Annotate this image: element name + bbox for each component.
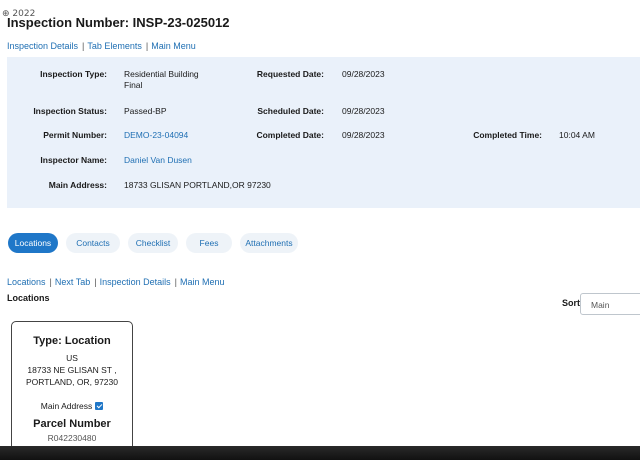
location-card: Type: Location US 18733 NE GLISAN ST , P… bbox=[11, 321, 133, 460]
section-nav-links: Locations | Next Tab | Inspection Detail… bbox=[7, 277, 225, 287]
permit-number-label: Permit Number: bbox=[43, 130, 107, 140]
main-address-label: Main Address: bbox=[48, 180, 107, 190]
inspection-type-label: Inspection Type: bbox=[40, 69, 107, 79]
link-separator: | bbox=[94, 277, 97, 287]
completed-time-label: Completed Time: bbox=[473, 130, 542, 140]
tab-bar: Locations Contacts Checklist Fees Attach… bbox=[8, 233, 306, 253]
requested-date-value: 09/28/2023 bbox=[342, 69, 385, 79]
link-separator: | bbox=[145, 41, 149, 51]
locations-link[interactable]: Locations bbox=[7, 277, 46, 287]
main-menu-link[interactable]: Main Menu bbox=[180, 277, 225, 287]
link-separator: | bbox=[174, 277, 177, 287]
page-title: Inspection Number: INSP-23-025012 bbox=[7, 15, 230, 30]
sort-select[interactable]: Main bbox=[580, 293, 640, 315]
main-address-checkbox-label: Main Address bbox=[40, 401, 93, 411]
completed-date-label: Completed Date: bbox=[256, 130, 324, 140]
bottom-taskbar bbox=[0, 446, 640, 460]
tab-fees[interactable]: Fees bbox=[186, 233, 232, 253]
inspection-status-value: Passed-BP bbox=[124, 106, 167, 116]
next-tab-link[interactable]: Next Tab bbox=[55, 277, 90, 287]
inspector-name-link[interactable]: Daniel Van Dusen bbox=[124, 155, 192, 166]
scheduled-date-value: 09/28/2023 bbox=[342, 106, 385, 116]
tab-checklist[interactable]: Checklist bbox=[128, 233, 178, 253]
inspector-name-label: Inspector Name: bbox=[40, 155, 107, 165]
section-title: Locations bbox=[7, 293, 50, 303]
inspection-type-value: Residential Building Final bbox=[124, 69, 199, 91]
requested-date-label: Requested Date: bbox=[256, 69, 324, 79]
tab-locations[interactable]: Locations bbox=[8, 233, 58, 253]
location-country: US bbox=[66, 353, 78, 363]
inspection-details-link[interactable]: Inspection Details bbox=[100, 277, 171, 287]
link-separator: | bbox=[82, 41, 85, 51]
inspection-type-line1: Residential Building bbox=[124, 69, 199, 79]
inspection-type-line2: Final bbox=[124, 80, 143, 90]
tab-attachments[interactable]: Attachments bbox=[240, 233, 298, 253]
main-address-checkbox[interactable] bbox=[95, 402, 104, 410]
inspection-status-label: Inspection Status: bbox=[33, 106, 107, 116]
link-separator: | bbox=[49, 277, 52, 287]
location-type-title: Type: Location bbox=[33, 335, 111, 347]
completed-time-value: 10:04 AM bbox=[559, 130, 595, 140]
sort-label: Sort bbox=[562, 298, 580, 308]
parcel-number-heading: Parcel Number bbox=[33, 418, 111, 430]
scheduled-date-label: Scheduled Date: bbox=[257, 106, 324, 116]
parcel-number-value: R042230480 bbox=[47, 433, 97, 443]
inspection-details-link[interactable]: Inspection Details bbox=[7, 41, 78, 51]
tab-contacts[interactable]: Contacts bbox=[66, 233, 120, 253]
main-menu-link[interactable]: Main Menu bbox=[151, 41, 196, 51]
main-address-row: Main Address bbox=[12, 401, 132, 411]
location-street: 18733 NE GLISAN ST , bbox=[27, 365, 117, 375]
inspection-details-panel: Inspection Type: Residential Building Fi… bbox=[7, 57, 640, 208]
permit-number-link[interactable]: DEMO-23-04094 bbox=[124, 130, 188, 141]
main-address-value: 18733 GLISAN PORTLAND,OR 97230 bbox=[124, 180, 271, 190]
location-city: PORTLAND, OR, 97230 bbox=[26, 377, 118, 387]
completed-date-value: 09/28/2023 bbox=[342, 130, 385, 140]
top-nav-links: Inspection Details | Tab Elements | Main… bbox=[7, 41, 196, 51]
tab-elements-link[interactable]: Tab Elements bbox=[87, 41, 142, 51]
